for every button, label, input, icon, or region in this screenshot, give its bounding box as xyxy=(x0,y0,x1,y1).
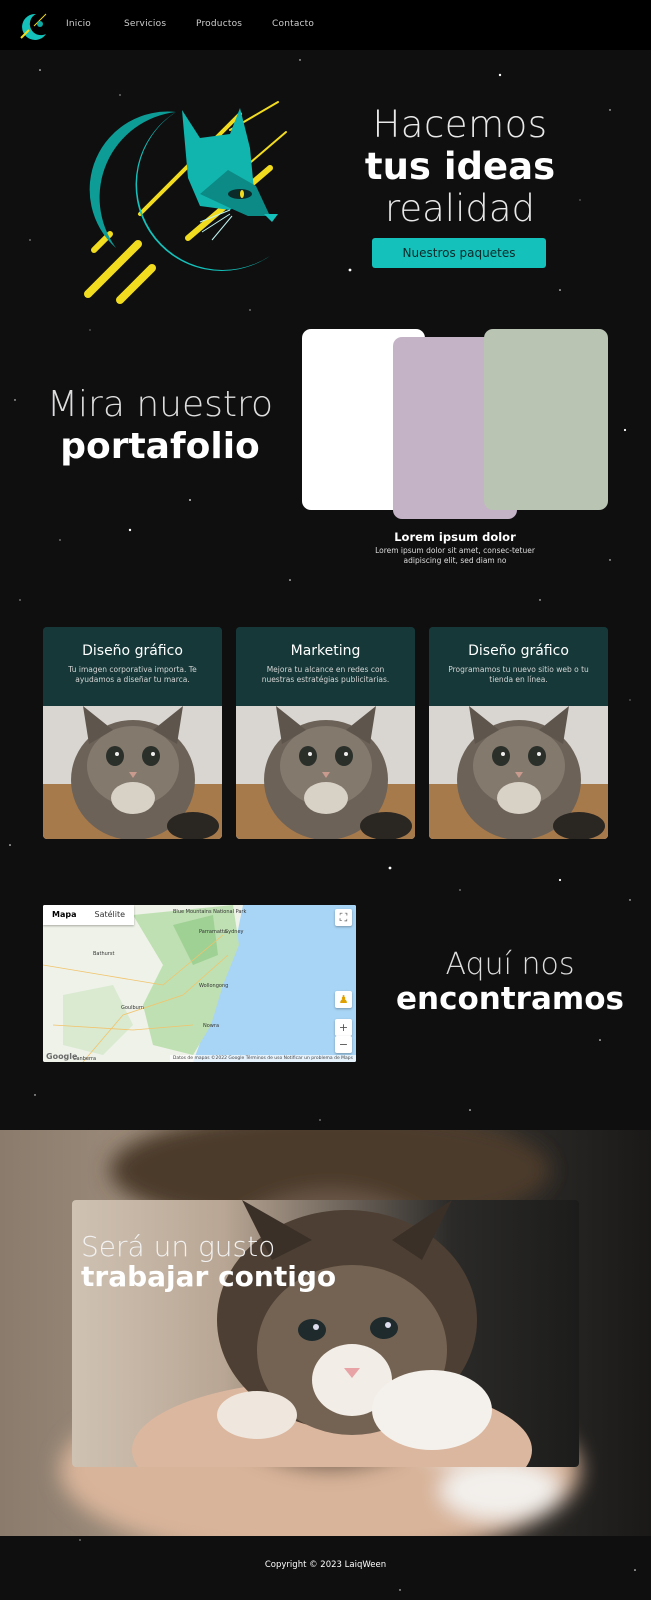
map-terrain[interactable]: Sydney Wollongong Canberra Goulburn Nowr… xyxy=(43,905,356,1062)
kitten-photo xyxy=(43,706,222,839)
service-description: Tu imagen corporativa importa. Te ayudam… xyxy=(68,665,197,684)
location-headline: Aquí nos encontramos xyxy=(390,947,630,1017)
google-map-embed[interactable]: Sydney Wollongong Canberra Goulburn Nowr… xyxy=(43,905,356,1062)
map-place-goulburn: Goulburn xyxy=(121,1005,144,1011)
service-title: Marketing xyxy=(290,643,361,659)
map-place-parramatta: Parramatta xyxy=(199,929,227,935)
map-place-blue-mountains: Blue Mountains National Park xyxy=(173,909,246,915)
zoom-in-button[interactable]: + xyxy=(335,1019,352,1036)
location-line-1: Aquí nos xyxy=(445,947,575,982)
map-attribution[interactable]: Datos de mapas ©2022 Google Términos de … xyxy=(169,1055,356,1062)
service-card-header: Marketing Mejora tu alcance en redes con… xyxy=(236,627,415,706)
map-place-bathurst: Bathurst xyxy=(93,951,114,957)
portfolio-line-1: Mira nuestro xyxy=(46,384,274,425)
service-card-header: Diseño gráfico Tu imagen corporativa imp… xyxy=(43,627,222,706)
service-title: Diseño gráfico xyxy=(468,643,569,659)
service-card-marketing[interactable]: Marketing Mejora tu alcance en redes con… xyxy=(236,627,415,839)
kitten-photo xyxy=(429,706,608,839)
nav-link-inicio[interactable]: Inicio xyxy=(66,19,91,29)
map-tab-satelite[interactable]: Satélite xyxy=(85,905,134,925)
service-description: Mejora tu alcance en redes con nuestras … xyxy=(261,665,390,684)
map-place-sydney: Sydney xyxy=(225,929,244,935)
portfolio-line-2: portafolio xyxy=(60,426,260,467)
portfolio-headline: Mira nuestro portafolio xyxy=(40,384,280,468)
hero-line-3: realidad xyxy=(384,187,536,230)
top-navigation-bar: Inicio Servicios Productos Contacto xyxy=(0,0,651,50)
cat-moon-hero-illustration xyxy=(84,101,287,304)
map-type-tabs: Mapa Satélite xyxy=(43,905,135,925)
map-tab-mapa[interactable]: Mapa xyxy=(43,905,85,925)
service-title: Diseño gráfico xyxy=(82,643,183,659)
portfolio-card-sage[interactable] xyxy=(484,329,608,510)
contact-line-1: Será un gusto xyxy=(81,1230,276,1263)
google-logo[interactable]: Google xyxy=(46,1052,77,1061)
zoom-out-button[interactable]: − xyxy=(335,1036,352,1053)
hero-line-2: tus ideas xyxy=(364,145,556,188)
hero-headline: Hacemos tus ideas realidad xyxy=(345,104,575,230)
service-description: Programamos tu nuevo sitio web o tu tien… xyxy=(448,665,589,684)
portfolio-caption: Lorem ipsum dolor Lorem ipsum dolor sit … xyxy=(370,530,540,566)
packages-button[interactable]: Nuestros paquetes xyxy=(372,238,546,268)
location-line-2: encontramos xyxy=(396,981,624,1017)
hero-line-1: Hacemos xyxy=(372,103,548,146)
service-card-header: Diseño gráfico Programamos tu nuevo siti… xyxy=(429,627,608,706)
service-card-design[interactable]: Diseño gráfico Tu imagen corporativa imp… xyxy=(43,627,222,839)
fullscreen-icon[interactable]: ⛶ xyxy=(335,909,352,926)
footer-copyright: Copyright © 2023 LaiqWeen xyxy=(264,1560,387,1570)
nav-link-servicios[interactable]: Servicios xyxy=(124,19,166,29)
contact-line-2: trabajar contigo xyxy=(81,1260,337,1293)
map-place-wollongong: Wollongong xyxy=(199,983,228,989)
nav-link-productos[interactable]: Productos xyxy=(196,19,242,29)
portfolio-caption-title: Lorem ipsum dolor xyxy=(394,530,516,544)
cat-moon-logo-icon[interactable] xyxy=(16,8,50,42)
pegman-icon[interactable]: ♟ xyxy=(335,991,352,1008)
map-place-nowra: Nowra xyxy=(203,1023,219,1029)
service-card-web[interactable]: Diseño gráfico Programamos tu nuevo siti… xyxy=(429,627,608,839)
portfolio-caption-body: Lorem ipsum dolor sit amet, consec-tetue… xyxy=(375,546,535,565)
kitten-photo xyxy=(236,706,415,839)
contact-headline: Será un gusto trabajar contigo xyxy=(81,1232,336,1292)
nav-link-contacto[interactable]: Contacto xyxy=(272,19,314,29)
